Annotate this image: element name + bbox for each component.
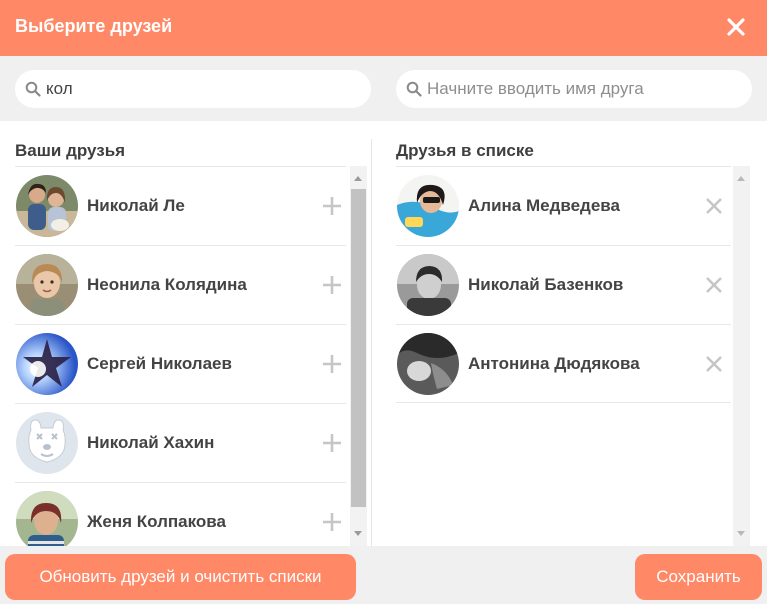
friend-name: Николай Ле — [87, 196, 185, 215]
close-icon — [706, 277, 722, 293]
add-friend-button[interactable] — [321, 511, 343, 533]
plus-icon — [323, 434, 341, 452]
plus-icon — [323, 513, 341, 531]
friends-search-box[interactable] — [15, 70, 371, 108]
friends-search-input[interactable] — [46, 70, 359, 108]
friend-name: Алина Медведева — [468, 196, 620, 215]
scroll-up-arrow-icon[interactable] — [737, 176, 745, 181]
avatar — [397, 254, 459, 316]
your-friends-scrollbar[interactable] — [350, 166, 367, 546]
scroll-down-arrow-icon[interactable] — [354, 531, 362, 536]
avatar — [16, 491, 78, 546]
list-friend-row[interactable]: Николай Базенков — [396, 245, 731, 324]
friend-name: Николай Базенков — [468, 275, 624, 294]
reset-lists-button[interactable]: Обновить друзей и очистить списки — [5, 554, 356, 600]
avatar — [16, 254, 78, 316]
friend-name: Женя Колпакова — [87, 512, 226, 531]
your-friends-heading: Ваши друзья — [15, 141, 126, 160]
remove-friend-button[interactable] — [703, 353, 725, 375]
dialog-title: Выберите друзей — [15, 16, 173, 36]
avatar — [16, 333, 78, 395]
friend-name: Антонина Дюдякова — [468, 354, 640, 373]
friend-row[interactable]: Женя Колпакова — [15, 482, 346, 546]
add-friend-button[interactable] — [321, 274, 343, 296]
plus-icon — [323, 276, 341, 294]
friend-name: Неонила Колядина — [87, 275, 247, 294]
close-icon — [706, 198, 722, 214]
friend-name: Сергей Николаев — [87, 354, 232, 373]
dialog-header: Выберите друзей — [0, 0, 767, 56]
list-search-box[interactable] — [396, 70, 752, 108]
avatar — [397, 175, 459, 237]
friend-name: Николай Хахин — [87, 433, 215, 452]
list-friends-scrollbar[interactable] — [733, 166, 750, 546]
scroll-thumb[interactable] — [351, 189, 366, 507]
your-friends-list: Николай Ле Неонила Колядина Сергей Никол… — [15, 166, 346, 546]
avatar — [16, 175, 78, 237]
search-icon — [25, 81, 41, 97]
list-search-input[interactable] — [427, 70, 740, 108]
friend-row[interactable]: Неонила Колядина — [15, 245, 346, 324]
avatar — [16, 412, 78, 474]
close-icon — [706, 356, 722, 372]
search-icon — [406, 81, 422, 97]
plus-icon — [323, 197, 341, 215]
scroll-up-arrow-icon[interactable] — [354, 176, 362, 181]
remove-friend-button[interactable] — [703, 274, 725, 296]
plus-icon — [323, 355, 341, 373]
add-friend-button[interactable] — [321, 432, 343, 454]
avatar — [397, 333, 459, 395]
friend-row[interactable]: Николай Ле — [15, 166, 346, 245]
search-bar — [0, 56, 767, 121]
list-friend-row[interactable]: Алина Медведева — [396, 166, 731, 245]
add-friend-button[interactable] — [321, 195, 343, 217]
close-button[interactable] — [723, 14, 749, 40]
close-icon — [727, 18, 745, 36]
list-friend-row[interactable]: Антонина Дюдякова — [396, 324, 731, 403]
remove-friend-button[interactable] — [703, 195, 725, 217]
add-friend-button[interactable] — [321, 353, 343, 375]
friend-row[interactable]: Николай Хахин — [15, 403, 346, 482]
list-friends-list: Алина Медведева Николай Базенков Антонин… — [396, 166, 731, 546]
friend-row[interactable]: Сергей Николаев — [15, 324, 346, 403]
column-divider — [371, 139, 372, 549]
save-button[interactable]: Сохранить — [635, 554, 762, 600]
dialog-footer: Обновить друзей и очистить списки Сохран… — [0, 546, 767, 604]
scroll-down-arrow-icon[interactable] — [737, 531, 745, 536]
list-friends-heading: Друзья в списке — [396, 141, 534, 160]
